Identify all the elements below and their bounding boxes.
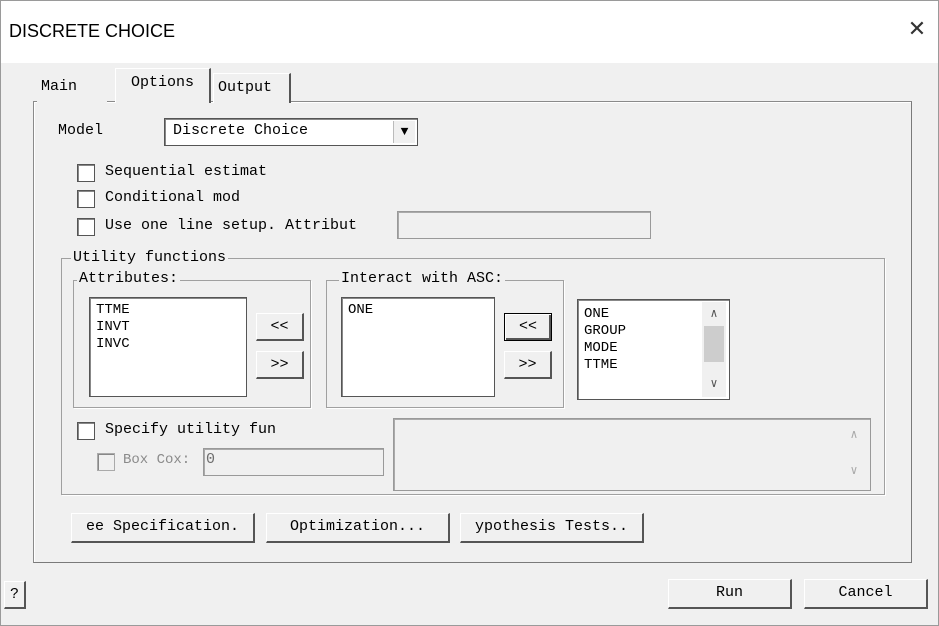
attributes-move-right-button[interactable]: >>	[256, 351, 304, 379]
one-line-label: Use one line setup. Attribut	[105, 217, 358, 234]
sequential-label: Sequential estimat	[105, 163, 268, 180]
chevron-down-icon[interactable]: ▼	[393, 121, 415, 143]
utility-functions-title: Utility functions	[71, 249, 229, 266]
interact-move-left-button[interactable]: <<	[504, 313, 552, 341]
list-item[interactable]: INVT	[96, 319, 240, 336]
title-bar: DISCRETE CHOICE ✕	[1, 1, 938, 63]
specify-utility-checkbox[interactable]	[77, 422, 95, 440]
box-cox-field[interactable]: 0	[203, 448, 384, 476]
chevron-down-icon: ∨	[850, 464, 858, 478]
run-button[interactable]: Run	[668, 579, 792, 609]
optimization-button[interactable]: Optimization...	[266, 513, 450, 543]
close-icon[interactable]: ✕	[902, 15, 932, 45]
specify-utility-label: Specify utility fun	[105, 421, 277, 438]
chevron-down-icon[interactable]: ∨	[706, 376, 722, 393]
list-item[interactable]: ONE	[348, 302, 488, 319]
interact-move-right-button[interactable]: >>	[504, 351, 552, 379]
discrete-choice-dialog: DISCRETE CHOICE ✕ Main Options Output Mo…	[0, 0, 939, 626]
model-label: Model	[58, 122, 104, 139]
interact-asc-list[interactable]: ONE	[341, 297, 495, 397]
tab-main[interactable]: Main	[37, 73, 107, 103]
tab-output[interactable]: Output	[213, 73, 291, 103]
model-select[interactable]: Discrete Choice ▼	[164, 118, 418, 146]
attributes-title: Attributes:	[77, 270, 181, 287]
list-item[interactable]: TTME	[96, 302, 240, 319]
interact-asc-title: Interact with ASC:	[339, 270, 506, 287]
hypothesis-tests-button[interactable]: ypothesis Tests..	[460, 513, 644, 543]
tab-options[interactable]: Options	[115, 68, 211, 103]
list-item[interactable]: INVC	[96, 336, 240, 353]
variables-scrollbar[interactable]: ∧ ∨	[702, 302, 726, 397]
conditional-label: Conditional mod	[105, 189, 241, 206]
attributes-list[interactable]: TTME INVT INVC	[89, 297, 247, 397]
chevron-up-icon[interactable]: ∧	[706, 306, 722, 323]
utility-spec-textarea[interactable]: ∧ ∨	[393, 418, 871, 491]
cancel-button[interactable]: Cancel	[804, 579, 928, 609]
help-button[interactable]: ?	[4, 581, 26, 609]
conditional-checkbox[interactable]	[77, 190, 95, 208]
one-line-checkbox[interactable]	[77, 218, 95, 236]
box-cox-label: Box Cox:	[123, 452, 191, 468]
sequential-checkbox[interactable]	[77, 164, 95, 182]
specification-button[interactable]: ee Specification.	[71, 513, 255, 543]
model-select-value: Discrete Choice	[173, 122, 309, 139]
scroll-thumb[interactable]	[704, 326, 724, 362]
box-cox-value: 0	[206, 451, 216, 468]
box-cox-checkbox[interactable]	[97, 453, 115, 471]
variables-list[interactable]: ONE GROUP MODE TTME ∧ ∨	[577, 299, 730, 400]
attribute-field[interactable]	[397, 211, 651, 239]
chevron-up-icon: ∧	[850, 428, 858, 442]
window-title: DISCRETE CHOICE	[9, 21, 176, 41]
attributes-move-left-button[interactable]: <<	[256, 313, 304, 341]
